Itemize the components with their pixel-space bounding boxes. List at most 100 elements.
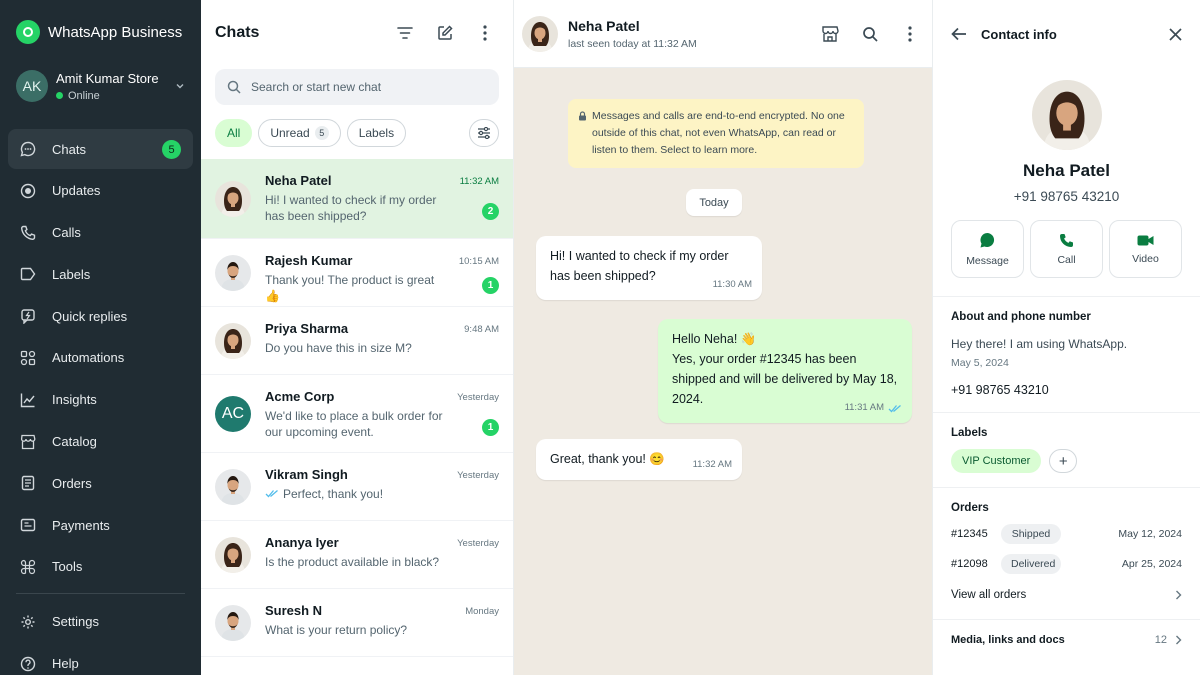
conversation-menu-button[interactable] (896, 20, 924, 48)
message-action-button[interactable]: Message (951, 220, 1024, 278)
about-section-title: About and phone number (951, 311, 1091, 323)
view-all-orders-link[interactable]: View all orders (951, 589, 1182, 619)
order-date: Apr 25, 2024 (1121, 558, 1182, 570)
label-chip[interactable]: VIP Customer (951, 449, 1042, 473)
message-time: 11:31 AM (844, 402, 884, 413)
sidebar: WhatsApp Business AK Amit Kumar Store On… (0, 0, 201, 675)
sidebar-item-automations[interactable]: Automations (8, 338, 193, 378)
search-input[interactable] (251, 80, 487, 94)
sidebar-item-label: Calls (52, 225, 81, 241)
filter-settings-button[interactable] (469, 119, 499, 147)
catalog-button[interactable] (816, 20, 844, 48)
avatar (215, 254, 251, 291)
chat-time: Yesterday (457, 538, 499, 549)
label-icon (20, 266, 36, 282)
filter-button[interactable] (391, 19, 419, 47)
search-icon (227, 80, 241, 94)
close-button[interactable] (1169, 27, 1182, 41)
encryption-notice[interactable]: Messages and calls are end-to-end encryp… (568, 99, 864, 168)
chat-list-item[interactable]: Priya Sharma Do you have this in size M? 9… (201, 307, 513, 375)
sidebar-nav: Chats 5 Updates Calls Labels Quick replies Aut… (0, 129, 201, 587)
conversation-contact[interactable]: Neha Patel last seen today at 11:32 AM (568, 18, 804, 50)
sidebar-item-label: Chats (52, 141, 86, 157)
media-count: 12 (1154, 634, 1167, 646)
gear-icon (20, 614, 36, 630)
video-action-button[interactable]: Video (1109, 220, 1182, 278)
avatar: AC (215, 395, 251, 432)
order-status: Delivered (1001, 554, 1061, 574)
quick-reply-icon (20, 308, 36, 325)
sidebar-item-updates[interactable]: Updates (8, 171, 193, 211)
unread-count-badge: 5 (314, 126, 329, 140)
filter-chip-labels[interactable]: Labels (346, 119, 407, 147)
chat-time: Yesterday (457, 470, 499, 481)
filter-chip-unread[interactable]: Unread 5 (258, 119, 341, 147)
chat-time: 11:32 AM (459, 176, 499, 187)
sidebar-item-quick-replies[interactable]: Quick replies (8, 296, 193, 336)
message-text: Hi! I wanted to check if my order has be… (550, 249, 729, 283)
conversation-search-button[interactable] (856, 20, 884, 48)
about-text: Hey there! I am using WhatsApp. (951, 337, 1128, 351)
orders-icon (20, 475, 36, 491)
chat-list-item[interactable]: Rajesh Kumar Thank you! The product is gr… (201, 239, 513, 307)
sidebar-item-payments[interactable]: Payments (8, 505, 193, 545)
chat-list-item[interactable]: AC Acme Corp We'd like to place a bulk ord… (201, 375, 513, 453)
sidebar-item-chats[interactable]: Chats 5 (8, 129, 193, 169)
sidebar-item-help[interactable]: Help (8, 644, 193, 675)
new-chat-button[interactable] (431, 19, 459, 47)
sidebar-item-calls[interactable]: Calls (8, 213, 193, 253)
chat-name: Suresh N (265, 603, 323, 618)
message-bubble-incoming[interactable]: Hi! I wanted to check if my order has be… (536, 236, 762, 300)
account-status: Online (68, 89, 100, 102)
back-button[interactable] (951, 27, 967, 41)
message-bubble-incoming[interactable]: Great, thank you! 😊 11:32 AM (536, 439, 742, 480)
chat-time: Yesterday (457, 392, 499, 403)
call-action-button[interactable]: Call (1030, 220, 1103, 278)
chat-time: Monday (465, 606, 499, 617)
more-vertical-icon (483, 25, 487, 41)
sidebar-item-insights[interactable]: Insights (8, 380, 193, 420)
avatar (215, 604, 251, 641)
unread-badge: 5 (162, 140, 181, 159)
message-text: Hello Neha! 👋 (672, 332, 757, 346)
sidebar-item-tools[interactable]: Tools (8, 547, 193, 587)
chat-list: Neha Patel Hi! I wanted to check if my or… (201, 159, 513, 657)
labels-section-title: Labels (951, 427, 988, 439)
lock-icon (578, 111, 587, 121)
media-section[interactable]: Media, links and docs 12 (933, 619, 1200, 646)
sidebar-item-settings[interactable]: Settings (8, 602, 193, 642)
sidebar-item-orders[interactable]: Orders (8, 463, 193, 503)
chat-list-item[interactable]: Vikram Singh Perfect, thank you! Yesterday (201, 453, 513, 521)
chat-list-item[interactable]: Ananya Iyer Is the product available in b… (201, 521, 513, 589)
message-bubble-outgoing[interactable]: Hello Neha! 👋 Yes, your order #12345 has… (658, 319, 912, 423)
order-row[interactable]: #12098 Delivered Apr 25, 2024 (951, 554, 1182, 574)
filter-chip-all[interactable]: All (215, 119, 253, 147)
close-icon (1169, 27, 1182, 41)
about-section: About and phone number Hey there! I am u… (933, 296, 1200, 412)
chat-list-item[interactable]: Neha Patel Hi! I wanted to check if my or… (201, 159, 513, 239)
chat-preview: Thank you! The product is great 👍 (265, 273, 435, 303)
whatsapp-logo-icon (16, 20, 40, 44)
sidebar-item-catalog[interactable]: Catalog (8, 422, 193, 462)
contact-avatar[interactable] (1031, 80, 1102, 150)
encryption-notice-text: Messages and calls are end-to-end encryp… (592, 110, 845, 156)
chat-list-menu-button[interactable] (471, 19, 499, 47)
chat-list-panel: Chats All Unread5 Labels Neha P (201, 0, 514, 675)
message-text: Great, thank you! 😊 (550, 452, 665, 466)
avatar[interactable] (522, 15, 558, 52)
about-date: May 5, 2024 (951, 357, 1009, 369)
phone-icon (20, 225, 36, 241)
add-label-button[interactable]: + (1049, 449, 1078, 473)
chat-list-item[interactable]: Suresh N What is your return policy? Monda… (201, 589, 513, 657)
conversation-panel: Neha Patel last seen today at 11:32 AM M… (514, 0, 932, 675)
order-row[interactable]: #12345 Shipped May 12, 2024 (951, 524, 1182, 544)
sidebar-item-label: Help (52, 656, 79, 672)
double-check-read-icon (888, 404, 902, 413)
chat-preview: Hi! I wanted to check if my order has be… (265, 193, 437, 223)
chat-preview: Perfect, thank you! (283, 487, 384, 501)
sidebar-item-labels[interactable]: Labels (8, 254, 193, 294)
unread-badge: 1 (482, 277, 499, 294)
account-switcher[interactable]: AK Amit Kumar Store Online (0, 68, 201, 104)
labels-section: Labels VIP Customer + (933, 412, 1200, 487)
phone-icon (1060, 233, 1073, 247)
